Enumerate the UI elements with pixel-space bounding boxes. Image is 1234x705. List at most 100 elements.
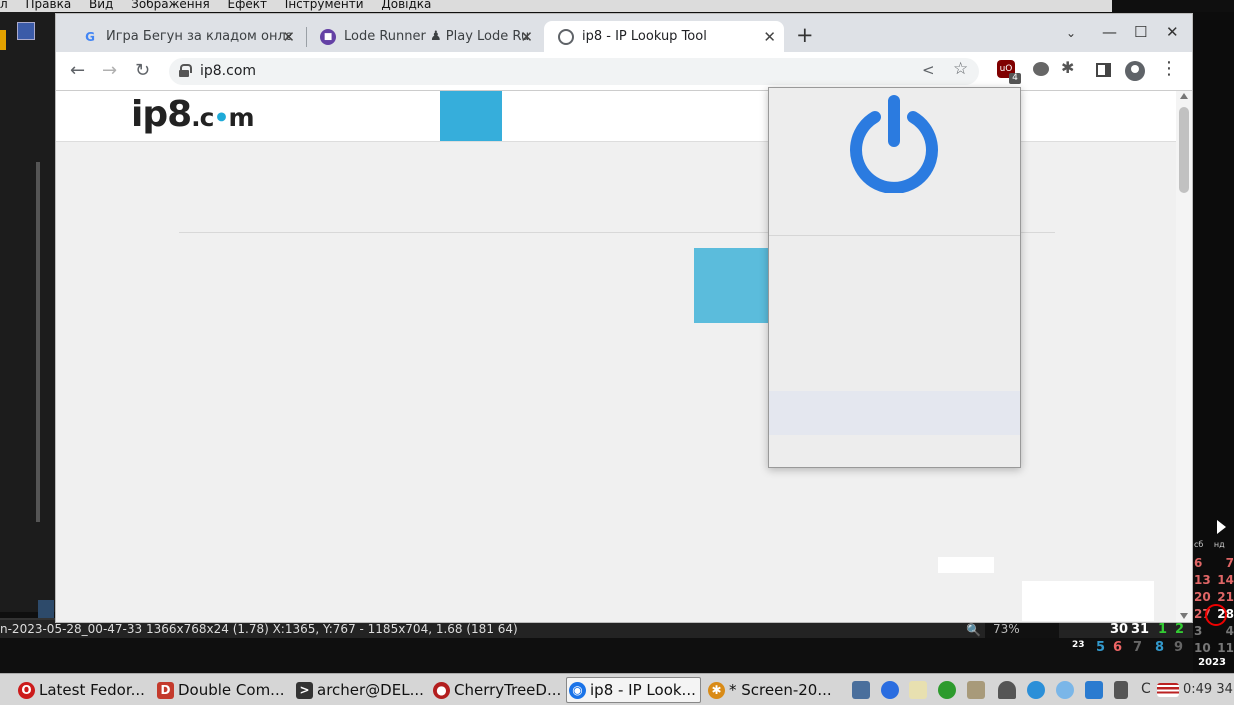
page-scrollbar[interactable] (1176, 91, 1192, 622)
power-icon[interactable] (847, 93, 941, 193)
ublock-popup (768, 87, 1021, 468)
menu-item-edit[interactable]: Правка (26, 0, 72, 11)
background-app-left-panel (0, 12, 55, 622)
save-icon[interactable] (17, 22, 35, 40)
scrollbar-thumb[interactable] (1179, 107, 1189, 193)
taskbar-item-cherrytree[interactable]: ● CherryTreeD... (433, 677, 561, 703)
zoom-icon[interactable]: 🔍 (966, 621, 981, 639)
maximize-button[interactable]: ☐ (1134, 23, 1147, 41)
calendar-extra-numbers: 30 31 1 2 23 5 6 7 8 9 (1070, 622, 1200, 670)
profile-avatar[interactable] (1125, 61, 1145, 81)
calendar-day[interactable]: 4 (1226, 624, 1234, 638)
menu-item-view[interactable]: Вид (89, 0, 113, 11)
share-icon[interactable]: < (922, 61, 935, 79)
logo-dot: • (213, 103, 230, 132)
calendar-day[interactable]: 20 (1194, 590, 1211, 604)
menu-item-help[interactable]: Довідка (381, 0, 431, 11)
popup-highlight-row[interactable] (769, 391, 1020, 435)
app-tray-icon[interactable] (967, 681, 985, 699)
extensions-puzzle-icon[interactable]: ✱ (1061, 58, 1074, 77)
twitch-icon: ■ (320, 28, 336, 45)
background-scrollbar[interactable] (36, 162, 40, 522)
address-bar[interactable]: ip8.com < ☆ (169, 58, 979, 85)
close-icon[interactable]: ✕ (282, 28, 295, 46)
close-icon[interactable]: ✕ (520, 28, 533, 46)
taskbar-item-terminal[interactable]: > archer@DEL... (296, 677, 424, 703)
reload-button[interactable]: ↻ (135, 60, 150, 81)
placeholder-box (938, 557, 994, 573)
calendar-day[interactable]: 2 (1175, 622, 1184, 637)
bluetooth-icon[interactable] (881, 681, 899, 699)
side-panel-icon[interactable] (1096, 63, 1111, 77)
tab-search-button[interactable]: ⌄ (1066, 26, 1076, 40)
volume-icon[interactable] (1114, 681, 1128, 699)
menu-item[interactable]: л (0, 0, 8, 11)
folder-icon[interactable] (0, 30, 6, 50)
placeholder-box (1022, 581, 1154, 621)
logo-text: m (228, 103, 254, 132)
security-tray-icon[interactable] (1027, 681, 1045, 699)
taskbar-item-double-commander[interactable]: D Double Com... (157, 677, 285, 703)
battery-100-icon[interactable] (938, 681, 956, 699)
ip8-logo[interactable]: ip8.c•m (131, 94, 255, 135)
terminal-icon: > (296, 681, 313, 699)
close-window-button[interactable]: ✕ (1166, 23, 1179, 41)
calendar-day[interactable]: 6 (1194, 556, 1202, 570)
tab-title: Lode Runner ♟ Play Lode Runner (344, 29, 529, 44)
taskbar-item-chrome[interactable]: ◉ ip8 - IP Look... (566, 677, 701, 703)
taskbar-item-screenshot[interactable]: ✱ * Screen-20... (708, 677, 832, 703)
calendar-day[interactable]: 8 (1155, 640, 1164, 655)
content-placeholder-block (694, 248, 774, 323)
menu-item-effect[interactable]: Ефект (228, 0, 267, 11)
taskbar: O Latest Fedor... D Double Com... > arch… (0, 673, 1234, 705)
network-monitor-icon[interactable] (852, 681, 870, 699)
lock-icon[interactable] (179, 64, 192, 77)
forward-button[interactable]: → (102, 60, 117, 81)
menu-item-image[interactable]: Зображення (131, 0, 210, 11)
scroll-down-icon[interactable] (1180, 613, 1188, 619)
opera-icon: O (18, 681, 35, 699)
updates-icon[interactable] (1085, 681, 1103, 699)
calendar-day[interactable]: 5 (1096, 640, 1105, 655)
url-text[interactable]: ip8.com (200, 63, 256, 79)
calendar-day-headers: сб нд (1194, 540, 1225, 549)
taskbar-item-opera[interactable]: O Latest Fedor... (18, 677, 145, 703)
minimize-button[interactable]: — (1102, 23, 1117, 41)
scroll-up-icon[interactable] (1180, 93, 1188, 99)
extension-icon[interactable] (1033, 62, 1049, 76)
calendar-day[interactable]: 13 (1194, 573, 1211, 587)
tab-ip8[interactable]: ip8 - IP Lookup Tool ✕ (544, 21, 784, 52)
calendar-day[interactable]: 30 (1110, 622, 1128, 637)
tab-lode-runner-ru[interactable]: G Игра Бегун за кладом онлайн ✕ (68, 21, 303, 52)
tab-title: ip8 - IP Lookup Tool (582, 29, 707, 44)
notification-bell-icon[interactable] (998, 681, 1016, 699)
taskbar-label: CherryTreeD... (454, 681, 562, 699)
close-icon[interactable]: ✕ (763, 28, 776, 46)
calendar-day[interactable]: 14 (1217, 573, 1234, 587)
calendar-day[interactable]: 23 (1072, 640, 1085, 650)
us-flag-icon[interactable] (1157, 683, 1179, 697)
clock[interactable]: 0:49 34 (1183, 682, 1233, 697)
next-month-icon[interactable] (1217, 520, 1226, 534)
back-button[interactable]: ← (70, 60, 85, 81)
tab-title: Игра Бегун за кладом онлайн (106, 29, 291, 44)
menu-item-tools[interactable]: Інструменти (285, 0, 364, 11)
media-player-icon[interactable] (1056, 681, 1074, 699)
calendar-day[interactable]: 31 (1131, 622, 1149, 637)
calendar-day[interactable]: 1 (1158, 622, 1167, 637)
calendar-day[interactable]: 21 (1217, 590, 1234, 604)
calendar-day[interactable]: 6 (1113, 640, 1122, 655)
clipboard-icon[interactable] (909, 681, 927, 699)
tab-lode-runner[interactable]: ■ Lode Runner ♟ Play Lode Runner ✕ (306, 21, 541, 52)
google-icon: G (85, 29, 95, 44)
calendar-day[interactable]: 11 (1217, 641, 1234, 655)
bookmark-star-icon[interactable]: ☆ (953, 59, 968, 79)
calendar-row: 34 (1194, 624, 1234, 638)
calendar-day[interactable]: 7 (1226, 556, 1234, 570)
calendar-day[interactable]: 9 (1174, 640, 1183, 655)
double-commander-icon: D (157, 681, 174, 699)
calendar-day[interactable]: 7 (1133, 640, 1142, 655)
header-banner-placeholder (440, 91, 502, 141)
new-tab-button[interactable]: + (796, 23, 814, 47)
menu-kebab-icon[interactable]: ⋮ (1160, 58, 1178, 79)
